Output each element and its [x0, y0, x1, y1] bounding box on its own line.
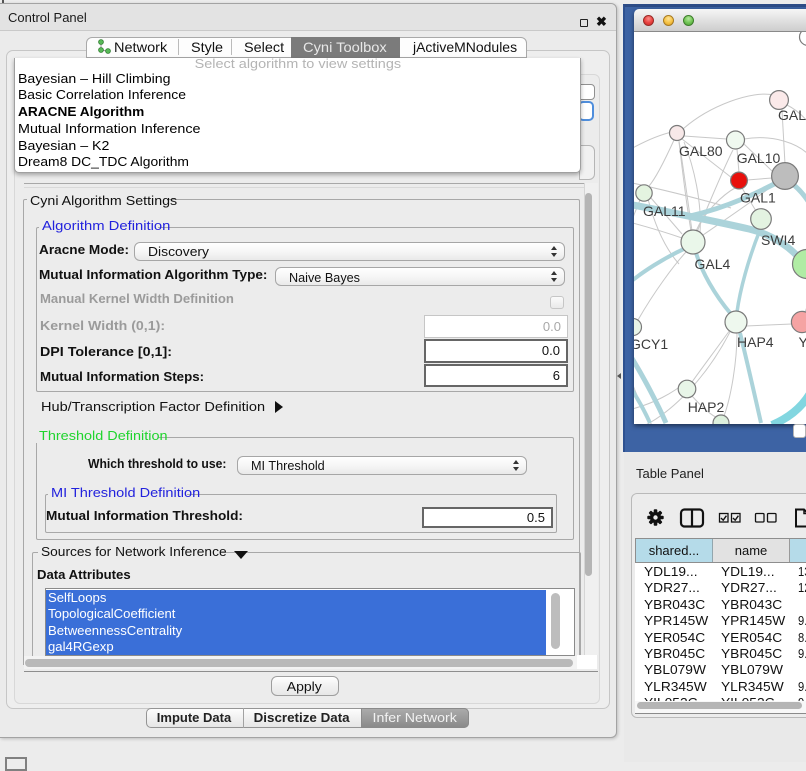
svg-text:GAL4: GAL4	[695, 256, 731, 272]
svg-text:SWI4: SWI4	[761, 232, 795, 248]
svg-text:Y: Y	[799, 334, 806, 350]
svg-text:GAL10: GAL10	[737, 150, 781, 166]
svg-text:GAL11: GAL11	[643, 203, 686, 219]
svg-text:GAL80: GAL80	[679, 143, 723, 159]
svg-text:GCY1: GCY1	[634, 336, 668, 352]
svg-text:HAP2: HAP2	[688, 399, 725, 415]
svg-text:HAP4: HAP4	[737, 334, 774, 350]
svg-text:GAL1: GAL1	[740, 190, 776, 206]
svg-text:GAL7: GAL7	[778, 107, 806, 123]
